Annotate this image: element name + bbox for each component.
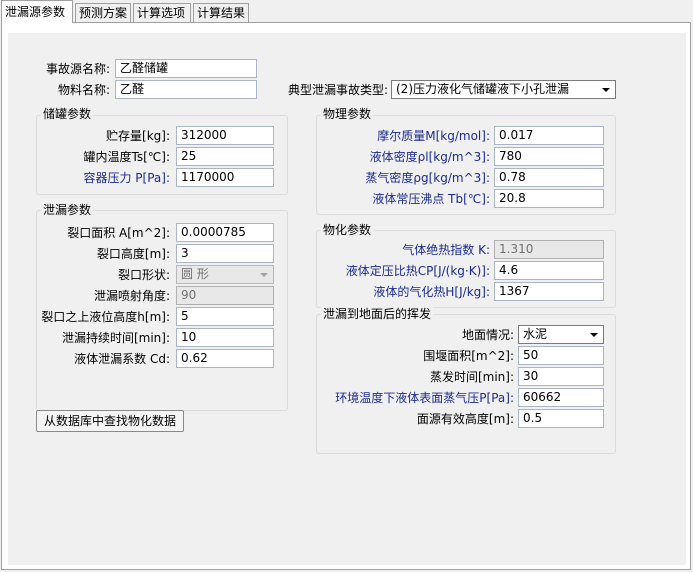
vapor-pressure-label: 环境温度下液体表面蒸气压P[Pa]: [335,391,514,405]
leak-type-label: 典型泄漏事故类型: [287,83,388,97]
leak-coefficient-label: 液体泄漏系数 Cd: [74,352,170,366]
leak-coefficient-input[interactable]: 0.62 [176,349,274,368]
leak-duration-label: 泄漏持续时间[min]: [61,331,170,345]
source-height-label: 面源有效高度[m]: [416,412,514,426]
source-name-input[interactable]: 乙醛储罐 [115,59,257,78]
tank-temp-label: 罐内温度Ts[℃]: [83,150,170,164]
liquid-density-input[interactable]: 780 [494,147,604,166]
crack-shape-value: 圆 形 [181,267,209,281]
ground-condition-select[interactable]: 水泥 [518,325,604,344]
form-area: 事故源名称: 乙醛储罐 物料名称: 乙醛 典型泄漏事故类型: (2)压力液化气储… [8,33,686,565]
physchem-params-title: 物化参数 [321,222,374,238]
source-height-input[interactable]: 0.5 [518,409,604,428]
leak-type-select[interactable]: (2)压力液化气储罐液下小孔泄漏 [391,80,616,99]
bund-area-label: 围堰面积[m^2]: [423,349,514,363]
specific-heat-input[interactable]: 4.6 [494,261,604,280]
crack-shape-select[interactable]: 圆 形 [176,265,274,284]
vapor-density-input[interactable]: 0.78 [494,168,604,187]
spray-angle-input[interactable]: 90 [176,286,274,305]
storage-amount-input[interactable]: 312000 [176,126,274,145]
crack-shape-label: 裂口形状: [117,268,170,282]
evaporation-title: 泄漏到地面后的挥发 [321,306,434,322]
specific-heat-label: 液体定压比热CP[J/(kg·K)]: [345,264,490,278]
vapor-pressure-input[interactable]: 60662 [518,388,604,407]
ground-condition-label: 地面情况: [461,328,514,342]
liquid-density-label: 液体密度ρl[kg/m^3]: [369,150,490,164]
evaporation-time-label: 蒸发时间[min]: [429,370,514,384]
source-name-label: 事故源名称: [45,62,110,76]
tab-calc-options[interactable]: 计算选项 [133,3,191,22]
molar-mass-input[interactable]: 0.017 [494,126,604,145]
storage-amount-label: 贮存量[kg]: [106,129,170,143]
spray-angle-label: 泄漏喷射角度: [93,289,170,303]
physical-params-title: 物理参数 [321,106,374,122]
liquid-level-input[interactable]: 5 [176,307,274,326]
material-name-input[interactable]: 乙醛 [115,80,257,99]
chevron-down-icon [590,333,598,337]
molar-mass-label: 摩尔质量M[kg/mol]: [377,129,490,143]
tab-bar: 预测方案 计算选项 计算结果 泄漏源参数 [0,0,693,23]
evaporation-time-input[interactable]: 30 [518,367,604,386]
crack-height-input[interactable]: 3 [176,244,274,263]
boiling-point-input[interactable]: 20.8 [494,189,604,208]
liquid-level-label: 裂口之上液位高度h[m]: [41,310,170,324]
crack-area-input[interactable]: 0.0000785 [176,223,274,242]
vaporization-heat-input[interactable]: 1367 [494,282,604,301]
vaporization-heat-label: 液体的气化热H[J/kg]: [373,285,490,299]
crack-height-label: 裂口高度[m]: [96,247,170,261]
tab-calc-results[interactable]: 计算结果 [193,3,249,22]
chevron-down-icon [260,273,268,277]
crack-area-label: 裂口面积 A[m^2]: [67,226,170,240]
tank-temp-input[interactable]: 25 [176,147,274,166]
lookup-database-button[interactable]: 从数据库中查找物化数据 [36,410,184,432]
bund-area-input[interactable]: 50 [518,346,604,365]
ground-condition-value: 水泥 [523,327,548,341]
tank-params-title: 储罐参数 [41,106,94,122]
adiabatic-index-input[interactable]: 1.310 [494,240,604,259]
leak-type-value: (2)压力液化气储罐液下小孔泄漏 [396,82,569,96]
vessel-pressure-input[interactable]: 1170000 [176,168,274,187]
chevron-down-icon [602,88,610,92]
material-name-label: 物料名称: [57,83,110,97]
tab-leak-source-params[interactable]: 泄漏源参数 [1,0,73,23]
leak-duration-input[interactable]: 10 [176,328,274,347]
leak-params-title: 泄漏参数 [41,202,94,218]
vapor-density-label: 蒸气密度ρg[kg/m^3]: [365,171,490,185]
vessel-pressure-label: 容器压力 P[Pa]: [83,171,170,185]
adiabatic-index-label: 气体绝热指数 K: [402,243,490,257]
tab-content-panel: 事故源名称: 乙醛储罐 物料名称: 乙醛 典型泄漏事故类型: (2)压力液化气储… [1,22,691,570]
boiling-point-label: 液体常压沸点 Tb[℃]: [372,192,490,206]
tab-prediction-plan[interactable]: 预测方案 [75,3,131,22]
